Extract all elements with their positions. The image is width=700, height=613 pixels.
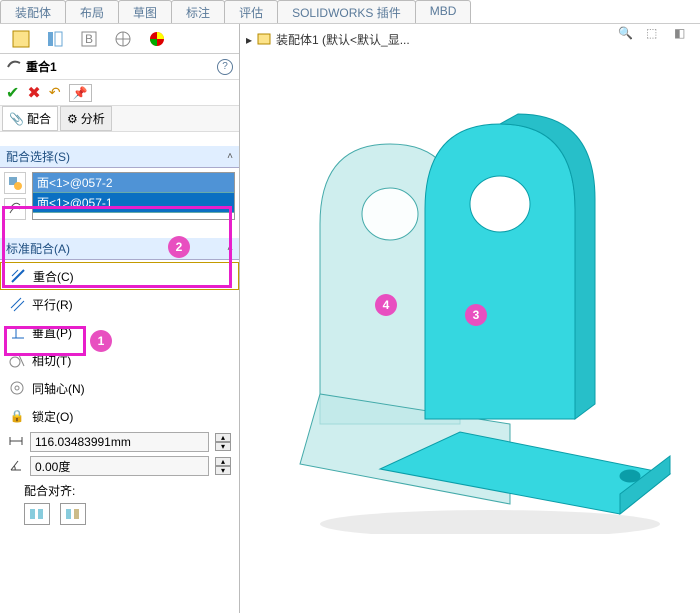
mate-icon bbox=[6, 57, 22, 76]
mate-label: 平行(R) bbox=[32, 296, 73, 313]
annotation-callout: 4 bbox=[375, 294, 397, 316]
section-sel-label: 配合选择(S) bbox=[6, 148, 70, 165]
concentric-icon bbox=[8, 379, 26, 397]
subtab-mate-label: 配合 bbox=[27, 110, 51, 127]
distance-row: ▴▾ bbox=[0, 430, 239, 454]
flyout-tree[interactable]: ▸ 装配体1 (默认<默认_显... bbox=[246, 30, 410, 49]
clip-icon: 📎 bbox=[9, 112, 24, 126]
tangent-icon bbox=[8, 351, 26, 369]
multi-mate-icon[interactable] bbox=[4, 198, 26, 220]
section-standard-mates[interactable]: 标准配合(A) ˄ bbox=[0, 238, 239, 260]
align-label: 配合对齐: bbox=[24, 484, 75, 498]
annotation-callout: 3 bbox=[465, 304, 487, 326]
mate-parallel[interactable]: 平行(R) bbox=[0, 290, 239, 318]
mate-coincident[interactable]: 重合(C) bbox=[0, 262, 239, 290]
subtab-analyze-label: 分析 bbox=[81, 110, 105, 127]
align-same-button[interactable] bbox=[24, 503, 50, 525]
pm-subtabs: 📎配合 ⚙分析 bbox=[0, 106, 239, 132]
angle-input[interactable] bbox=[30, 456, 209, 476]
mate-tangent[interactable]: 相切(T) bbox=[0, 346, 239, 374]
tab-mbd[interactable]: MBD bbox=[415, 0, 472, 23]
distance-icon bbox=[8, 433, 24, 452]
chevron-up-icon: ˄ bbox=[227, 243, 233, 254]
standard-mates-body: 重合(C) 平行(R) 垂直(P) 相切(T) 同轴心(N) 🔒 锁定(O) ▴▾… bbox=[0, 260, 239, 531]
pm-confirm-row: ✔ ✖ ↶ 📌 bbox=[0, 80, 239, 106]
angle-row: ▴▾ bbox=[0, 454, 239, 478]
dimxpert-icon[interactable] bbox=[112, 28, 134, 50]
selection-item[interactable]: 面<1>@057-2 bbox=[33, 173, 234, 193]
mate-perpendicular[interactable]: 垂直(P) bbox=[0, 318, 239, 346]
pm-title: 重合1 bbox=[26, 58, 57, 75]
selection-list[interactable]: 面<1>@057-2 面<1>@057-1 bbox=[32, 172, 235, 220]
undo-icon[interactable]: ↶ bbox=[49, 84, 61, 101]
perpendicular-icon bbox=[8, 323, 26, 341]
tab-annotate[interactable]: 标注 bbox=[171, 0, 225, 23]
annotation-callout: 1 bbox=[90, 330, 112, 352]
pm-toolbar: B bbox=[0, 24, 239, 54]
gear-icon: ⚙ bbox=[67, 112, 78, 126]
section-mate-selections[interactable]: 配合选择(S) ˄ bbox=[0, 146, 239, 168]
mate-label: 相切(T) bbox=[32, 352, 71, 369]
model-view[interactable] bbox=[260, 64, 690, 534]
property-manager: B 重合1 ? ✔ ✖ ↶ 📌 📎配合 ⚙分析 配合选择(S) ˄ bbox=[0, 24, 240, 613]
help-icon[interactable]: ? bbox=[217, 59, 233, 75]
ok-icon[interactable]: ✔ bbox=[6, 83, 19, 103]
annotation-callout: 2 bbox=[168, 236, 190, 258]
tab-evaluate[interactable]: 评估 bbox=[224, 0, 278, 23]
property-manager-icon[interactable] bbox=[44, 28, 66, 50]
pm-title-row: 重合1 ? bbox=[0, 54, 239, 80]
section-view-icon[interactable]: ◧ bbox=[674, 26, 694, 46]
tab-addins[interactable]: SOLIDWORKS 插件 bbox=[277, 0, 416, 23]
graphics-area[interactable]: 🔍 ⬚ ◧ ▸ 装配体1 (默认<默认_显... bbox=[240, 24, 700, 613]
view-cube-icon[interactable]: ⬚ bbox=[646, 26, 666, 46]
section-std-label: 标准配合(A) bbox=[6, 240, 70, 257]
expand-icon[interactable]: ▸ bbox=[246, 33, 252, 47]
mate-alignment: 配合对齐: bbox=[0, 478, 239, 529]
angle-icon bbox=[8, 457, 24, 476]
svg-text:B: B bbox=[85, 32, 93, 46]
assembly-icon bbox=[256, 30, 272, 49]
cancel-icon[interactable]: ✖ bbox=[27, 83, 40, 103]
pushpin-icon[interactable]: 📌 bbox=[69, 84, 92, 102]
heads-up-toolbar: 🔍 ⬚ ◧ bbox=[618, 26, 694, 46]
command-tabs: 装配体 布局 草图 标注 评估 SOLIDWORKS 插件 MBD bbox=[0, 0, 700, 24]
mate-concentric[interactable]: 同轴心(N) bbox=[0, 374, 239, 402]
mate-label: 同轴心(N) bbox=[32, 380, 85, 397]
mate-lock[interactable]: 🔒 锁定(O) bbox=[0, 402, 239, 430]
tab-sketch[interactable]: 草图 bbox=[118, 0, 172, 23]
distance-input[interactable] bbox=[30, 432, 209, 452]
feature-manager-icon[interactable] bbox=[10, 28, 32, 50]
chevron-up-icon: ˄ bbox=[227, 151, 233, 162]
mate-label: 重合(C) bbox=[33, 268, 74, 285]
entity-filter-icon[interactable] bbox=[4, 172, 26, 194]
selection-item[interactable]: 面<1>@057-1 bbox=[33, 193, 234, 213]
tab-assembly[interactable]: 装配体 bbox=[0, 0, 66, 23]
distance-spinner[interactable]: ▴▾ bbox=[215, 433, 231, 451]
subtab-analyze[interactable]: ⚙分析 bbox=[60, 106, 112, 131]
mate-label: 锁定(O) bbox=[32, 408, 73, 425]
selection-body: 面<1>@057-2 面<1>@057-1 bbox=[0, 168, 239, 224]
angle-spinner[interactable]: ▴▾ bbox=[215, 457, 231, 475]
tab-layout[interactable]: 布局 bbox=[65, 0, 119, 23]
mate-label: 垂直(P) bbox=[32, 324, 72, 341]
display-manager-icon[interactable] bbox=[146, 28, 168, 50]
align-opposed-button[interactable] bbox=[60, 503, 86, 525]
subtab-mate[interactable]: 📎配合 bbox=[2, 106, 58, 131]
zoom-icon[interactable]: 🔍 bbox=[618, 26, 638, 46]
config-manager-icon[interactable]: B bbox=[78, 28, 100, 50]
flyout-tree-label: 装配体1 (默认<默认_显... bbox=[276, 31, 410, 48]
coincident-icon bbox=[9, 267, 27, 285]
lock-icon: 🔒 bbox=[8, 407, 26, 425]
parallel-icon bbox=[8, 295, 26, 313]
